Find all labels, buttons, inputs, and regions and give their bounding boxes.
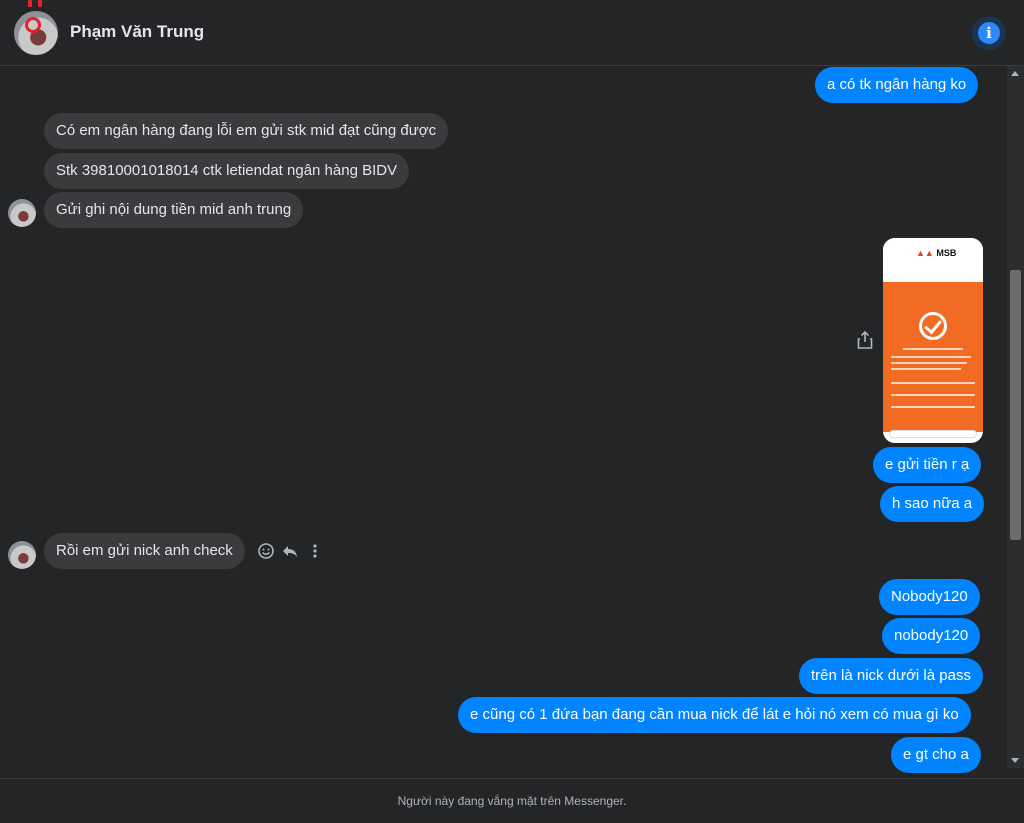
conversation-header: Phạm Văn Trung i [0, 0, 1024, 66]
contact-avatar-small[interactable] [8, 541, 36, 569]
bank-logo: ▲▲ MSB [916, 248, 957, 258]
status-footer: Người này đang vắng mặt trên Messenger. [0, 778, 1024, 823]
message-outgoing[interactable]: e gt cho a [891, 737, 981, 773]
message-outgoing[interactable]: a có tk ngân hàng ko [815, 67, 979, 103]
contact-avatar[interactable] [14, 0, 58, 55]
message-incoming[interactable]: Gửi ghi nội dung tiền mid anh trung [44, 192, 304, 228]
message-incoming[interactable]: Stk 39810001018014 ctk letiendat ngân hà… [44, 153, 410, 189]
scrollbar-thumb[interactable] [1010, 270, 1021, 540]
contact-name[interactable]: Phạm Văn Trung [70, 22, 204, 42]
react-emoji-icon[interactable] [257, 541, 275, 561]
message-outgoing[interactable]: e gửi tiền r ạ [873, 447, 982, 483]
message-outgoing[interactable]: h sao nữa a [880, 486, 985, 522]
contact-avatar-small[interactable] [8, 199, 36, 227]
message-incoming[interactable]: Có em ngân hàng đang lỗi em gửi stk mid … [44, 113, 449, 149]
scroll-up-icon[interactable] [1011, 71, 1019, 76]
message-outgoing[interactable]: nobody120 [882, 618, 981, 654]
reply-icon[interactable] [281, 541, 299, 561]
message-outgoing[interactable]: trên là nick dưới là pass [799, 658, 983, 694]
share-icon[interactable] [857, 331, 873, 349]
scroll-down-icon[interactable] [1011, 758, 1019, 763]
info-icon: i [978, 22, 1000, 44]
scrollbar[interactable] [1007, 66, 1024, 768]
message-incoming[interactable]: Rồi em gửi nick anh check [44, 533, 245, 569]
payment-receipt-image[interactable]: ▲▲ MSB [883, 238, 983, 443]
message-outgoing[interactable]: e cũng có 1 đứa bạn đang cần mua nick để… [458, 697, 971, 733]
more-options-icon[interactable] [310, 541, 320, 561]
message-outgoing[interactable]: Nobody120 [879, 579, 980, 615]
conversation-info-button[interactable]: i [972, 16, 1006, 50]
success-check-icon [919, 312, 947, 340]
avatar-marker [25, 17, 41, 33]
